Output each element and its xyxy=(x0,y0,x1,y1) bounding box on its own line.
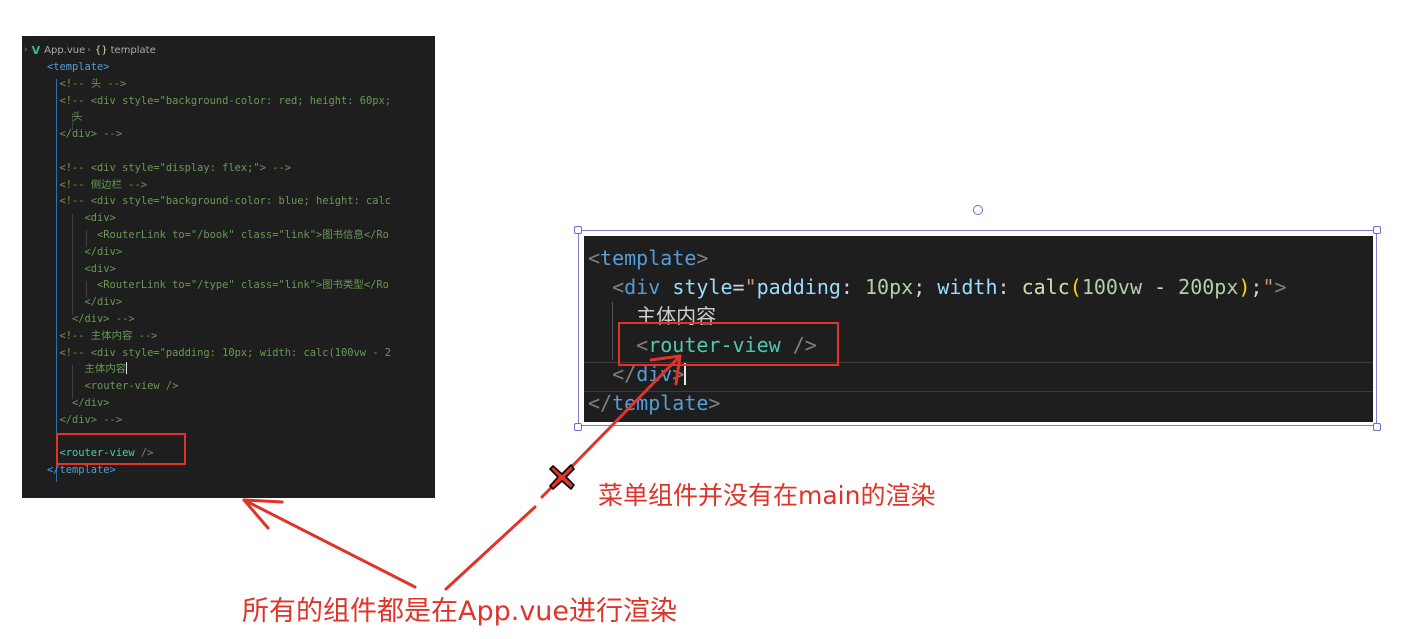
red-x-icon xyxy=(547,462,577,492)
annotation-bottom: 所有的组件都是在App.vue进行渲染 xyxy=(242,596,678,627)
arrow-left-line xyxy=(242,498,417,589)
arrow-right-line-lower xyxy=(444,505,537,591)
annotation-top: 菜单组件并没有在main的渲染 xyxy=(598,481,936,510)
annotation-arrows xyxy=(242,354,682,591)
